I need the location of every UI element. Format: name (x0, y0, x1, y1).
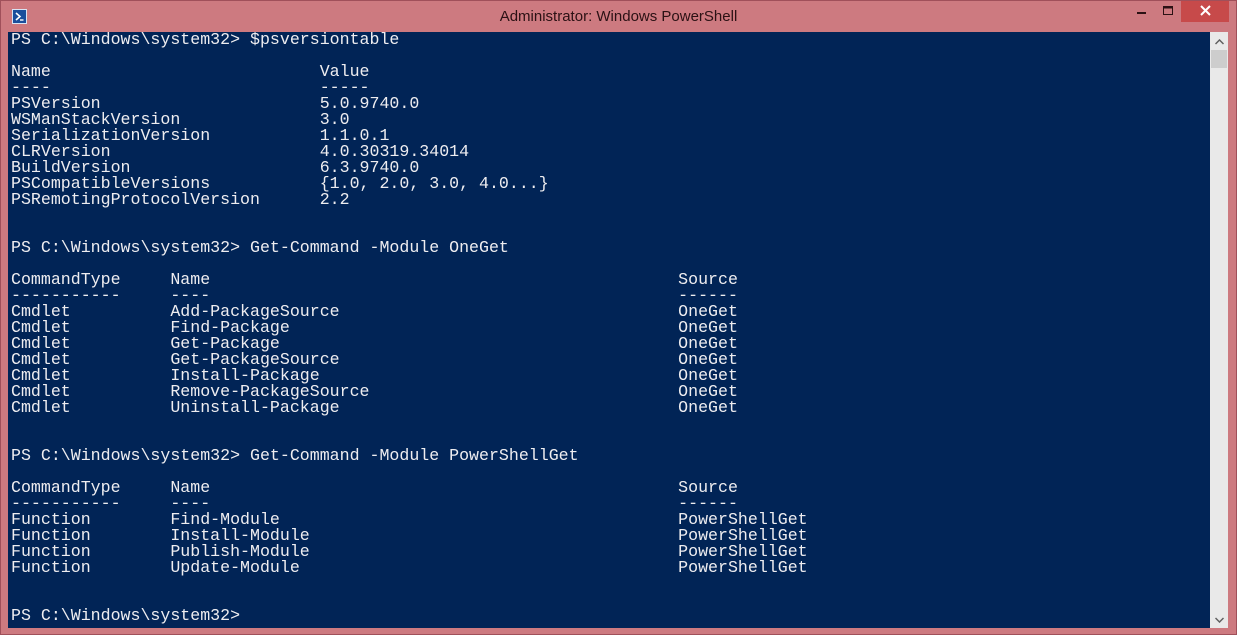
window-title: Administrator: Windows PowerShell (499, 8, 738, 25)
console-line: PS C:\Windows\system32> Get-Command -Mod… (11, 238, 509, 257)
vertical-scrollbar[interactable] (1210, 32, 1228, 628)
close-icon (1199, 3, 1211, 21)
maximize-icon (1162, 3, 1174, 21)
minimize-button[interactable] (1129, 1, 1155, 22)
console-output[interactable]: PS C:\Windows\system32> $psversiontable N… (8, 32, 1210, 628)
console-line: Function Update-Module PowerShellGet (11, 558, 808, 577)
powershell-window: Administrator: Windows PowerShell PS C:\… (0, 0, 1237, 635)
console-prompt-line[interactable]: PS C:\Windows\system32> (11, 607, 1210, 624)
scroll-up-button[interactable] (1210, 32, 1228, 50)
maximize-button[interactable] (1155, 1, 1181, 22)
console-line: PS C:\Windows\system32> $psversiontable (11, 32, 400, 49)
scroll-thumb[interactable] (1211, 50, 1227, 68)
console-line: Cmdlet Uninstall-Package OneGet (11, 398, 738, 417)
scroll-up-arrow-icon (1214, 32, 1224, 50)
window-border-bottom[interactable] (1, 628, 1236, 634)
console-text: PS C:\Windows\system32> $psversiontable N… (8, 32, 1210, 624)
close-button[interactable] (1181, 1, 1229, 22)
console-line: PS C:\Windows\system32> Get-Command -Mod… (11, 446, 579, 465)
scroll-down-button[interactable] (1210, 610, 1228, 628)
console-line: PSRemotingProtocolVersion 2.2 (11, 190, 350, 209)
minimize-icon (1137, 3, 1147, 21)
scroll-down-arrow-icon (1214, 610, 1224, 628)
title-bar[interactable]: Administrator: Windows PowerShell (1, 1, 1236, 32)
window-border-right[interactable] (1228, 32, 1236, 628)
